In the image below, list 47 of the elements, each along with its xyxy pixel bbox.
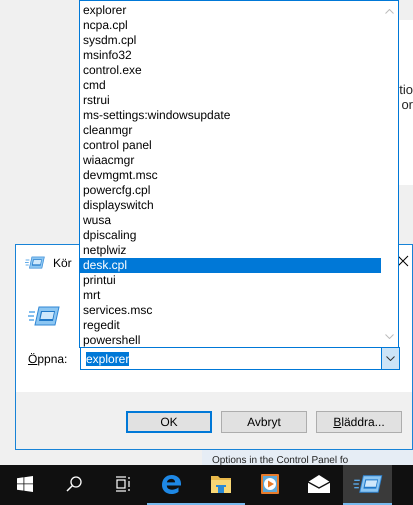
dropdown-item[interactable]: displayswitch: [80, 198, 381, 213]
taskbar-button[interactable]: [343, 465, 392, 505]
folder-icon: [210, 474, 232, 494]
background-text: or: [401, 97, 413, 112]
dropdown-item[interactable]: regedit: [80, 318, 381, 333]
command-text: explorer: [86, 352, 130, 366]
windows-logo-icon: [16, 476, 32, 492]
dropdown-item[interactable]: dpiscaling: [80, 228, 381, 243]
dialog-button[interactable]: OK: [126, 411, 212, 433]
dropdown-item[interactable]: cleanmgr: [80, 123, 381, 138]
dropdown-item[interactable]: powershell: [80, 333, 381, 348]
media-player-icon: [260, 473, 280, 495]
chevron-down-icon: [386, 356, 395, 361]
dropdown-item[interactable]: devmgmt.msc: [80, 168, 381, 183]
close-icon[interactable]: [397, 255, 409, 267]
dialog-button[interactable]: Avbryt: [221, 411, 307, 433]
dropdown-item[interactable]: wiaacmgr: [80, 153, 381, 168]
dropdown-item[interactable]: sysdm.cpl: [80, 33, 381, 48]
dropdown-item[interactable]: rstrui: [80, 93, 381, 108]
dropdown-item[interactable]: cmd: [80, 78, 381, 93]
mail-icon: [306, 474, 330, 494]
background-text: Options in the Control Panel fo: [211, 454, 348, 468]
dropdown-item[interactable]: wusa: [80, 213, 381, 228]
task-view-icon: [114, 476, 130, 492]
window-title: Kör: [53, 256, 72, 270]
dropdown-item[interactable]: msinfo32: [80, 48, 381, 63]
run-icon: [28, 304, 60, 328]
dropdown-item[interactable]: desk.cpl: [80, 258, 381, 273]
dropdown-item[interactable]: ncpa.cpl: [80, 18, 381, 33]
dropdown-item[interactable]: control panel: [80, 138, 381, 153]
dropdown-item[interactable]: ms-settings:windowsupdate: [80, 108, 381, 123]
dropdown-item[interactable]: explorer: [80, 3, 381, 18]
open-label: Öppna:: [28, 352, 68, 366]
dropdown-item[interactable]: netplwiz: [80, 243, 381, 258]
command-combobox[interactable]: explorer: [80, 347, 400, 370]
dropdown-item[interactable]: services.msc: [80, 303, 381, 318]
dialog-button[interactable]: Bläddra...: [316, 411, 402, 433]
run-icon: [352, 473, 382, 495]
search-icon: [66, 476, 82, 492]
dropdown-item[interactable]: powercfg.cpl: [80, 183, 381, 198]
dropdown-item[interactable]: mrt: [80, 288, 381, 303]
dropdown-item[interactable]: printui: [80, 273, 381, 288]
browser-e-icon: [161, 474, 182, 494]
run-icon: [25, 255, 45, 270]
background-text: tio: [399, 82, 413, 97]
dropdown-item[interactable]: control.exe: [80, 63, 381, 78]
dropdown-button[interactable]: [381, 348, 399, 369]
